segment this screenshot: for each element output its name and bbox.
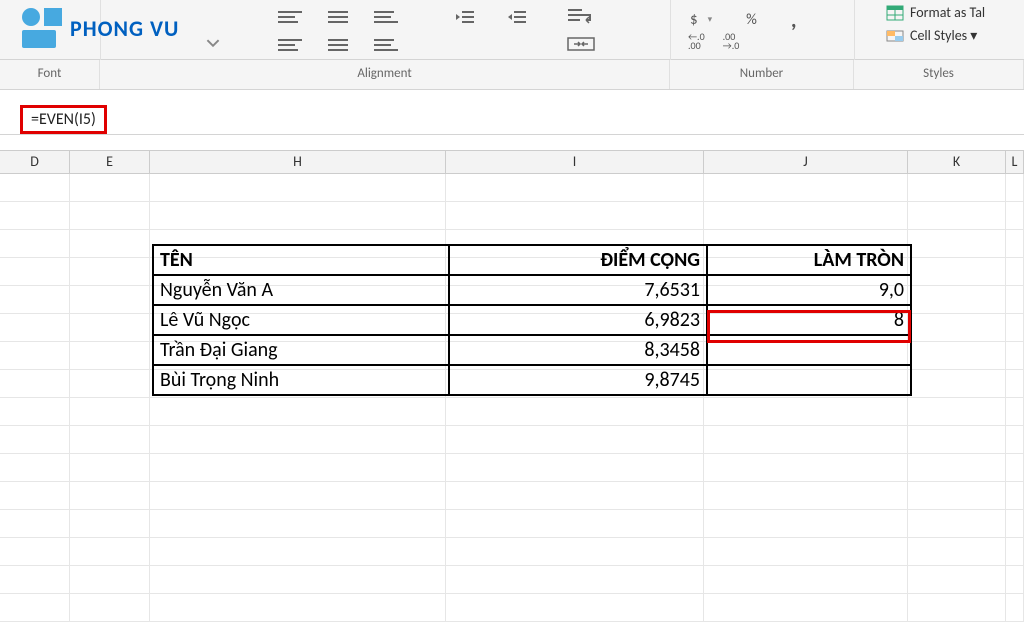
brand-logo: PHONG VU <box>22 8 179 48</box>
accounting-format-button[interactable]: $ <box>690 11 698 29</box>
cell-name[interactable]: Bùi Trọng Ninh <box>153 365 449 395</box>
column-header[interactable]: I <box>446 151 704 173</box>
cell-styles-label: Cell Styles ▾ <box>910 27 977 44</box>
increase-indent-button[interactable] <box>506 6 534 28</box>
horizontal-align-group <box>278 34 398 56</box>
font-dropdown-icon[interactable] <box>206 36 220 50</box>
number-format-group: $ ▾ % , <box>690 6 797 33</box>
cell-styles-icon <box>886 28 904 44</box>
percent-format-button[interactable]: % <box>746 11 757 29</box>
cell-name[interactable]: Nguyễn Văn A <box>153 275 449 305</box>
cell-styles-button[interactable]: Cell Styles ▾ <box>886 27 985 44</box>
formula-bar[interactable]: =EVEN(I5) <box>0 105 1024 135</box>
cell-score[interactable]: 6,9823 <box>449 305 707 335</box>
styles-group: Format as Tal Cell Styles ▾ <box>886 4 985 44</box>
column-header[interactable]: H <box>150 151 446 173</box>
comma-format-button[interactable]: , <box>791 6 797 33</box>
column-header[interactable]: L <box>1006 151 1024 173</box>
table-row: Trần Đại Giang 8,3458 <box>153 335 911 365</box>
column-header[interactable]: K <box>908 151 1006 173</box>
cell-round-selected[interactable]: 8 <box>707 305 911 335</box>
header-name[interactable]: TÊN <box>153 245 449 275</box>
align-right-button[interactable] <box>374 34 398 56</box>
ribbon-group-labels: Font Alignment Number Styles <box>0 60 1024 90</box>
data-table[interactable]: TÊN ĐIỂM CỘNG LÀM TRÒN Nguyễn Văn A 7,65… <box>152 244 912 396</box>
wrap-merge-group <box>566 6 604 58</box>
increase-decimal-button[interactable]: ←.0 .00 <box>688 32 705 50</box>
logo-icon <box>22 8 62 48</box>
cell-score[interactable]: 7,6531 <box>449 275 707 305</box>
cell-round[interactable]: 9,0 <box>707 275 911 305</box>
decimal-group: ←.0 .00 .00 →.0 <box>688 32 739 50</box>
font-group-label: Font <box>0 60 100 89</box>
column-header[interactable]: E <box>70 151 150 173</box>
table-icon <box>886 5 904 21</box>
table-row: Bùi Trọng Ninh 9,8745 <box>153 365 911 395</box>
format-as-table-button[interactable]: Format as Tal <box>886 4 985 21</box>
cell-score[interactable]: 9,8745 <box>449 365 707 395</box>
merge-center-button[interactable] <box>566 34 604 58</box>
table-row: Lê Vũ Ngọc 6,9823 8 <box>153 305 911 335</box>
cell-score[interactable]: 8,3458 <box>449 335 707 365</box>
header-score[interactable]: ĐIỂM CỘNG <box>449 245 707 275</box>
align-bottom-button[interactable] <box>374 6 398 28</box>
column-header[interactable]: J <box>704 151 908 173</box>
ribbon: PHONG VU $ ▾ % , <box>0 0 1024 60</box>
cell-round[interactable] <box>707 365 911 395</box>
logo-text: PHONG VU <box>70 15 179 42</box>
table-header-row: TÊN ĐIỂM CỘNG LÀM TRÒN <box>153 245 911 275</box>
vertical-align-group <box>278 6 398 28</box>
header-round[interactable]: LÀM TRÒN <box>707 245 911 275</box>
align-top-button[interactable] <box>278 6 302 28</box>
table-row: Nguyễn Văn A 7,6531 9,0 <box>153 275 911 305</box>
align-left-button[interactable] <box>278 34 302 56</box>
cell-name[interactable]: Lê Vũ Ngọc <box>153 305 449 335</box>
column-headers-row: D E H I J K L <box>0 150 1024 174</box>
cell-name[interactable]: Trần Đại Giang <box>153 335 449 365</box>
cell-round[interactable] <box>707 335 911 365</box>
decrease-decimal-button[interactable]: .00 →.0 <box>723 32 740 50</box>
align-middle-button[interactable] <box>326 6 350 28</box>
styles-group-label: Styles <box>854 60 1024 89</box>
decrease-indent-button[interactable] <box>454 6 482 28</box>
format-as-table-label: Format as Tal <box>910 4 985 21</box>
indent-group <box>454 6 534 28</box>
wrap-text-button[interactable] <box>566 6 604 30</box>
spreadsheet-grid[interactable]: D E H I J K L <box>0 150 1024 640</box>
alignment-group-label: Alignment <box>100 60 670 89</box>
formula-input[interactable]: =EVEN(I5) <box>20 105 107 134</box>
column-header[interactable]: D <box>0 151 70 173</box>
number-group-label: Number <box>670 60 854 89</box>
align-center-button[interactable] <box>326 34 350 56</box>
